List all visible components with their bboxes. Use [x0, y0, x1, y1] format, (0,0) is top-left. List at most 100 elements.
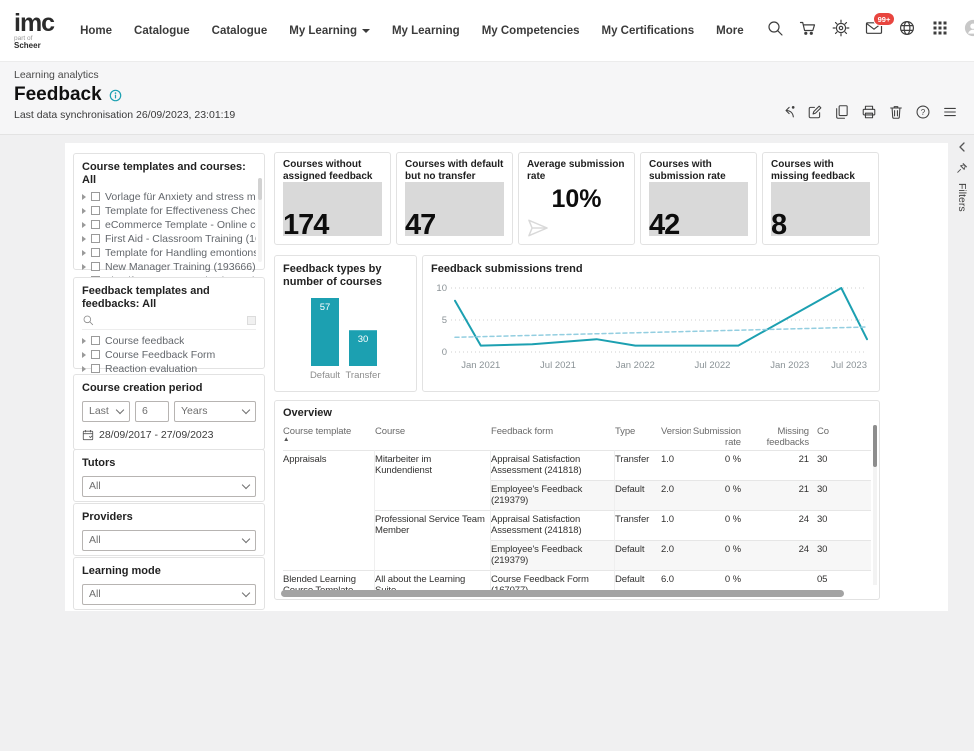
- nav-item-catalogue-1[interactable]: Catalogue: [134, 25, 190, 37]
- filters-pane-label[interactable]: Filters: [956, 183, 968, 212]
- expand-caret-icon[interactable]: [82, 352, 86, 358]
- period-amount-input[interactable]: 6: [135, 401, 169, 422]
- providers-dropdown[interactable]: All: [82, 530, 256, 551]
- expand-caret-icon[interactable]: [82, 250, 86, 256]
- column-header-feedback-form[interactable]: Feedback form: [491, 423, 615, 450]
- checkbox[interactable]: [91, 248, 100, 257]
- tree-item-course-feedback[interactable]: Course feedback: [82, 334, 256, 347]
- settings-button[interactable]: [832, 19, 850, 42]
- column-header-missing-feedbacks[interactable]: Missing feedbacks: [749, 423, 817, 450]
- expand-caret-icon[interactable]: [82, 222, 86, 228]
- feedback-types-bar-chart: 57Default30Transfer: [283, 290, 408, 384]
- date-range[interactable]: 28/09/2017 - 27/09/2023: [82, 429, 256, 441]
- table-cell: Mitarbeiter im Kundendienst: [375, 450, 491, 480]
- nav-item-my-learning-3[interactable]: My Learning: [289, 25, 370, 37]
- apps-button[interactable]: [931, 19, 949, 42]
- nav-item-my-competencies-5[interactable]: My Competencies: [482, 25, 580, 37]
- edit-icon: [807, 104, 823, 120]
- feedback-template-search-input[interactable]: [99, 313, 242, 327]
- table-cell: 0 %: [691, 510, 749, 540]
- expand-caret-icon[interactable]: [82, 366, 86, 372]
- column-header-course-template[interactable]: Course template▲: [283, 423, 375, 450]
- checkbox[interactable]: [91, 364, 100, 373]
- horizontal-scrollbar[interactable]: [281, 590, 867, 597]
- table-cell: Default: [615, 540, 661, 570]
- learning-mode-dropdown[interactable]: All: [82, 584, 256, 605]
- checkbox[interactable]: [91, 336, 100, 345]
- table-cell: [283, 510, 375, 540]
- vertical-scrollbar[interactable]: [873, 425, 877, 585]
- globe-button[interactable]: [898, 19, 916, 42]
- table-row-0: AppraisalsMitarbeiter im KundendienstApp…: [283, 450, 871, 480]
- column-header-co[interactable]: Co: [817, 423, 871, 450]
- checkbox[interactable]: [91, 262, 100, 271]
- nav-item-label: My Certifications: [601, 25, 694, 37]
- pin-icon[interactable]: [956, 162, 968, 174]
- tree-item-ecommerce-template-online-cour[interactable]: eCommerce Template - Online course...: [82, 218, 256, 231]
- checkbox[interactable]: [91, 234, 100, 243]
- search-button[interactable]: [766, 19, 784, 42]
- dropdown-value: Last: [89, 405, 109, 417]
- share-button[interactable]: [780, 104, 796, 125]
- menu-icon: [942, 104, 958, 120]
- bar-chart-card: Feedback types by number of courses 57De…: [274, 255, 417, 392]
- slicer-scrollbar[interactable]: [258, 178, 262, 262]
- nav-item-catalogue-2[interactable]: Catalogue: [212, 25, 268, 37]
- nav-item-my-learning-4[interactable]: My Learning: [392, 25, 460, 37]
- profile-button[interactable]: [964, 19, 974, 42]
- expand-caret-icon[interactable]: [82, 194, 86, 200]
- nav-item-my-certifications-6[interactable]: My Certifications: [601, 25, 694, 37]
- svg-text:30: 30: [358, 334, 369, 345]
- menu-button[interactable]: [942, 104, 958, 125]
- nav-item-label: More: [716, 25, 743, 37]
- tree-item-course-feedback-form[interactable]: Course Feedback Form: [82, 348, 256, 361]
- delete-button[interactable]: [888, 104, 904, 125]
- checkbox[interactable]: [91, 206, 100, 215]
- tree-item-template-for-handling-emontion[interactable]: Template for Handling emontions with...: [82, 246, 256, 259]
- imc-logo[interactable]: imc part of Scheer: [14, 11, 54, 51]
- nav-item-home-0[interactable]: Home: [80, 25, 112, 37]
- column-header-type[interactable]: Type: [615, 423, 661, 450]
- nav-item-label: Home: [80, 25, 112, 37]
- period-unit-dropdown[interactable]: Years: [174, 401, 256, 422]
- nav-item-label: Catalogue: [134, 25, 190, 37]
- svg-text:Jul 2023: Jul 2023: [831, 360, 867, 371]
- profile-icon: [964, 19, 974, 37]
- tree-item-vorlage-f-r-anxiety-and-stress[interactable]: Vorlage für Anxiety and stress manage...: [82, 190, 256, 203]
- date-range-text: 28/09/2017 - 27/09/2023: [99, 429, 213, 441]
- column-header-version[interactable]: Version: [661, 423, 691, 450]
- tree-item-template-for-effectiveness-che[interactable]: Template for Effectiveness Check Cour...: [82, 204, 256, 217]
- column-header-submission-rate[interactable]: Submission rate: [691, 423, 749, 450]
- tree-item-label: Template for Handling emontions with...: [105, 247, 256, 259]
- copy-button[interactable]: [834, 104, 850, 125]
- info-icon[interactable]: [109, 89, 122, 102]
- expand-filters-chevron-icon[interactable]: [956, 141, 968, 153]
- print-icon: [861, 104, 877, 120]
- kpi-card-courses-with-missing-feedback-subm: Courses with missing feedback submission…: [762, 152, 879, 245]
- checkbox[interactable]: [91, 350, 100, 359]
- tree-item-first-aid-classroom-training-1[interactable]: First Aid - Classroom Training (163568): [82, 232, 256, 245]
- nav-item-more-7[interactable]: More: [716, 25, 743, 37]
- logo-sub-brand: Scheer: [14, 41, 41, 50]
- expand-caret-icon[interactable]: [82, 338, 86, 344]
- print-button[interactable]: [861, 104, 877, 125]
- column-header-course[interactable]: Course: [375, 423, 491, 450]
- edit-button[interactable]: [807, 104, 823, 125]
- checkbox[interactable]: [91, 192, 100, 201]
- expand-caret-icon[interactable]: [82, 264, 86, 270]
- expand-caret-icon[interactable]: [82, 208, 86, 214]
- period-relative-dropdown[interactable]: Last: [82, 401, 130, 422]
- tree-item-new-manager-training-193666[interactable]: New Manager Training (193666): [82, 260, 256, 273]
- dashboard-canvas: Course templates and courses: All Vorlag…: [65, 143, 948, 611]
- scrollbar-arrow[interactable]: [247, 316, 256, 325]
- table-cell: 2.0: [661, 480, 691, 510]
- table: Course template▲CourseFeedback formTypeV…: [283, 423, 871, 593]
- checkbox[interactable]: [91, 220, 100, 229]
- help-button[interactable]: ?: [915, 104, 931, 125]
- expand-caret-icon[interactable]: [82, 236, 86, 242]
- svg-text:?: ?: [921, 108, 926, 117]
- mail-button[interactable]: 99+: [865, 19, 883, 42]
- tutors-dropdown[interactable]: All: [82, 476, 256, 497]
- breadcrumb[interactable]: Learning analytics: [14, 69, 960, 81]
- cart-button[interactable]: [799, 19, 817, 42]
